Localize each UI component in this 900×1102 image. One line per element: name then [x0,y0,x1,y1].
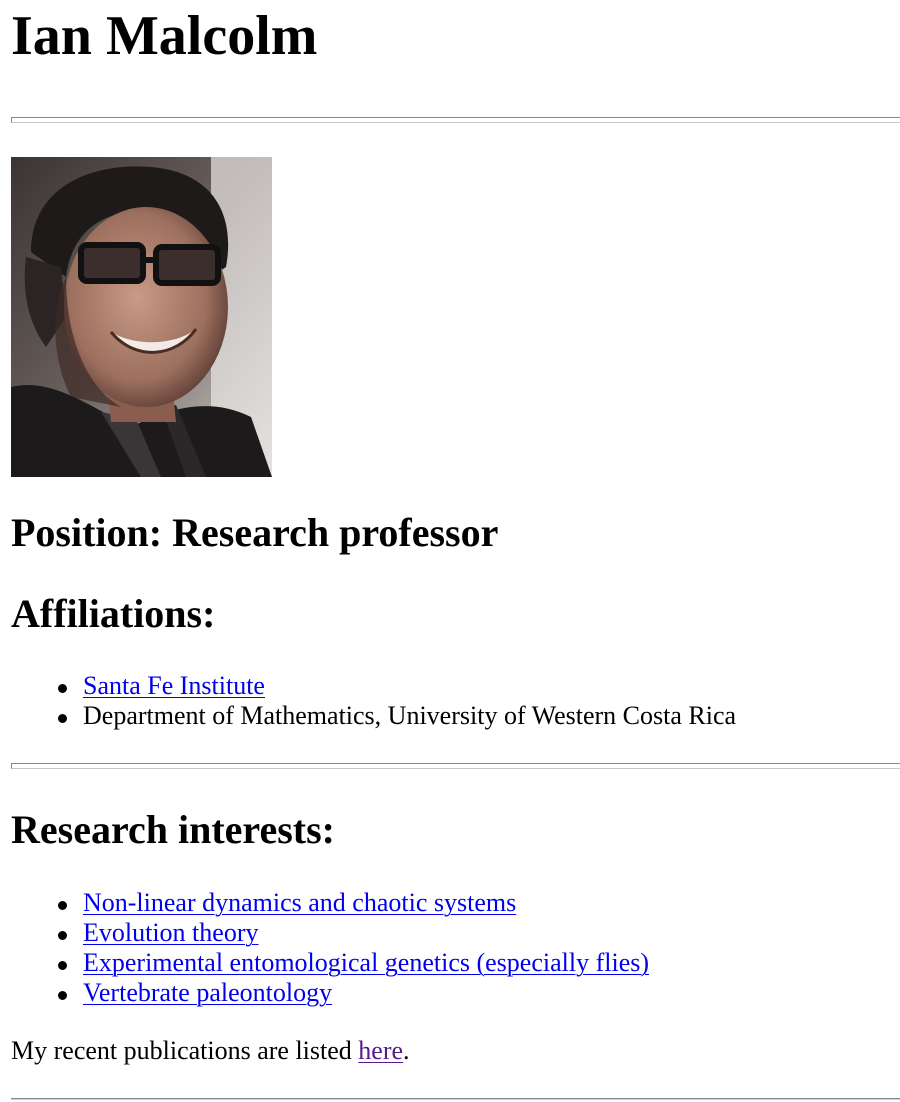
divider-middle [11,763,900,769]
publications-link[interactable]: here [358,1036,403,1065]
math-dept-text: Department of Mathematics, University of… [83,701,737,730]
research-interests-list: Non-linear dynamics and chaotic systems … [11,888,649,1008]
research-interests-heading: Research interests: [11,807,335,852]
page-title: Ian Malcolm [11,5,318,67]
publications-suffix: . [403,1036,410,1065]
list-item: Vertebrate paleontology [11,978,649,1008]
divider-bottom [11,1098,900,1100]
portrait-image [11,157,272,477]
interest-link-evolution[interactable]: Evolution theory [83,918,258,947]
interest-link-chaos[interactable]: Non-linear dynamics and chaotic systems [83,888,516,917]
affiliation-item-santa-fe: Santa Fe Institute [11,671,736,701]
list-item: Evolution theory [11,918,649,948]
interest-link-paleontology[interactable]: Vertebrate paleontology [83,978,332,1007]
affiliations-list: Santa Fe Institute Department of Mathema… [11,671,736,731]
divider-top [11,117,900,123]
interest-link-entomology[interactable]: Experimental entomological genetics (esp… [83,948,649,977]
affiliation-item-math-dept: Department of Mathematics, University of… [11,701,736,731]
affiliations-heading: Affiliations: [11,591,216,636]
position-heading: Position: Research professor [11,510,499,555]
santa-fe-institute-link[interactable]: Santa Fe Institute [83,671,265,700]
publications-text: My recent publications are listed here. [11,1036,410,1066]
list-item: Non-linear dynamics and chaotic systems [11,888,649,918]
publications-prefix: My recent publications are listed [11,1036,359,1065]
list-item: Experimental entomological genetics (esp… [11,948,649,978]
